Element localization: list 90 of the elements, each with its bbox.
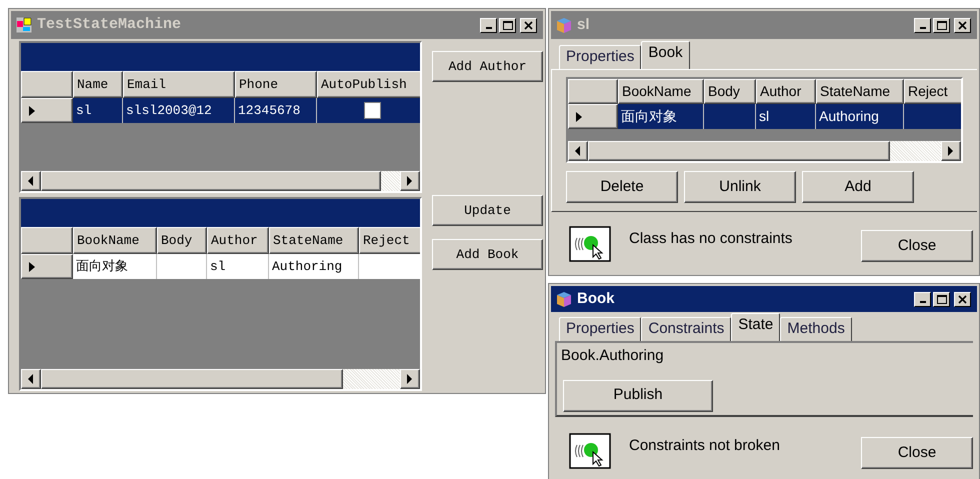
window-title: TestStateMachine: [37, 14, 182, 35]
column-header[interactable]: Name: [73, 71, 123, 98]
column-header[interactable]: BookName: [73, 227, 157, 254]
push-button[interactable]: Close: [861, 230, 973, 262]
minimize-icon: [486, 27, 492, 29]
maximize-icon: [502, 20, 512, 30]
scroll-arrow-button[interactable]: [400, 171, 420, 191]
table-cell-text: sl: [76, 102, 92, 120]
column-header[interactable]: BookName: [618, 79, 704, 104]
tab[interactable]: State: [731, 313, 780, 341]
column-header[interactable]: AutoPublish: [317, 71, 420, 98]
header-corner: [568, 79, 618, 104]
minimize-button[interactable]: [914, 292, 931, 306]
row-pointer-icon: [28, 260, 36, 272]
push-button[interactable]: Publish: [563, 380, 713, 412]
status-text: Class has no constraints: [629, 229, 794, 249]
column-header[interactable]: Reject: [904, 79, 961, 104]
cube-icon: [555, 290, 573, 308]
row-pointer-icon: [28, 104, 36, 116]
push-button[interactable]: Add Author: [432, 51, 543, 82]
table-cell-text: Authoring: [819, 107, 879, 126]
tab[interactable]: Constraints: [641, 317, 732, 341]
maximize-icon: [936, 20, 946, 30]
scroll-arrow-button[interactable]: [400, 369, 420, 389]
window-title: sl: [577, 14, 591, 35]
maximize-icon: [936, 294, 946, 304]
tab[interactable]: Methods: [780, 317, 852, 341]
app-icon: [15, 16, 33, 34]
column-header[interactable]: Reject: [359, 227, 420, 254]
left-arrow-icon: [575, 146, 581, 156]
minimize-icon: [920, 27, 926, 29]
left-arrow-icon: [28, 176, 34, 186]
grid-row[interactable]: 面向对象 sl Authoring: [21, 254, 420, 279]
push-button[interactable]: Add Book: [432, 239, 543, 270]
column-header[interactable]: Email: [123, 71, 235, 98]
push-button[interactable]: Close: [861, 437, 973, 469]
tab[interactable]: Properties: [559, 317, 642, 341]
close-icon: [958, 20, 967, 30]
tab[interactable]: Properties: [559, 45, 642, 69]
maximize-button[interactable]: [933, 292, 950, 306]
checkbox[interactable]: [364, 102, 381, 119]
right-arrow-icon: [948, 146, 954, 156]
scroll-arrow-button[interactable]: [568, 141, 588, 161]
minimize-button[interactable]: [914, 18, 931, 32]
maximize-button[interactable]: [933, 18, 950, 32]
close-icon: [958, 294, 967, 304]
column-header[interactable]: Body: [157, 227, 207, 254]
right-arrow-icon: [407, 176, 413, 186]
grid-row[interactable]: sl slsl2003@12 12345678: [21, 98, 420, 123]
header-corner: [21, 227, 73, 254]
header-corner: [21, 71, 73, 98]
push-button[interactable]: Delete: [566, 171, 678, 203]
column-header[interactable]: Phone: [235, 71, 317, 98]
minimize-icon: [920, 301, 926, 303]
close-button[interactable]: [520, 18, 537, 32]
row-pointer-icon: [575, 110, 583, 122]
cube-icon: [555, 16, 573, 34]
maximize-button[interactable]: [499, 18, 516, 32]
column-header[interactable]: Author: [207, 227, 269, 254]
push-button[interactable]: Add: [802, 171, 914, 203]
column-header[interactable]: StateName: [816, 79, 904, 104]
scrollbar-thumb[interactable]: [41, 369, 343, 389]
state-label: Book.Authoring: [561, 346, 665, 366]
window-title: Book: [577, 288, 616, 309]
tab[interactable]: Book: [641, 41, 690, 69]
column-header[interactable]: StateName: [269, 227, 359, 254]
constraint-status-icon: [569, 226, 611, 262]
table-cell-text: sl: [759, 107, 770, 126]
column-header[interactable]: Body: [704, 79, 756, 104]
table-cell-text: 面向对象: [621, 107, 677, 126]
status-text: Constraints not broken: [629, 436, 781, 456]
scroll-arrow-button[interactable]: [941, 141, 961, 161]
grid-row[interactable]: 面向对象 sl Authoring: [568, 104, 961, 129]
push-button[interactable]: Unlink: [684, 171, 796, 203]
minimize-button[interactable]: [480, 18, 497, 32]
table-cell-text: Authoring: [272, 258, 342, 276]
table-cell-text: slsl2003@12: [126, 102, 212, 120]
constraint-status-icon: [569, 433, 611, 469]
table-cell-text: sl: [210, 258, 226, 276]
push-button[interactable]: Update: [432, 195, 543, 226]
table-cell-text: 12345678: [238, 102, 300, 120]
table-cell-text: 面向对象: [76, 258, 128, 276]
column-header[interactable]: Author: [756, 79, 816, 104]
close-icon: [524, 20, 533, 30]
close-button[interactable]: [954, 292, 971, 306]
close-button[interactable]: [954, 18, 971, 32]
right-arrow-icon: [407, 374, 413, 384]
scroll-arrow-button[interactable]: [21, 171, 41, 191]
scroll-arrow-button[interactable]: [21, 369, 41, 389]
left-arrow-icon: [28, 374, 34, 384]
